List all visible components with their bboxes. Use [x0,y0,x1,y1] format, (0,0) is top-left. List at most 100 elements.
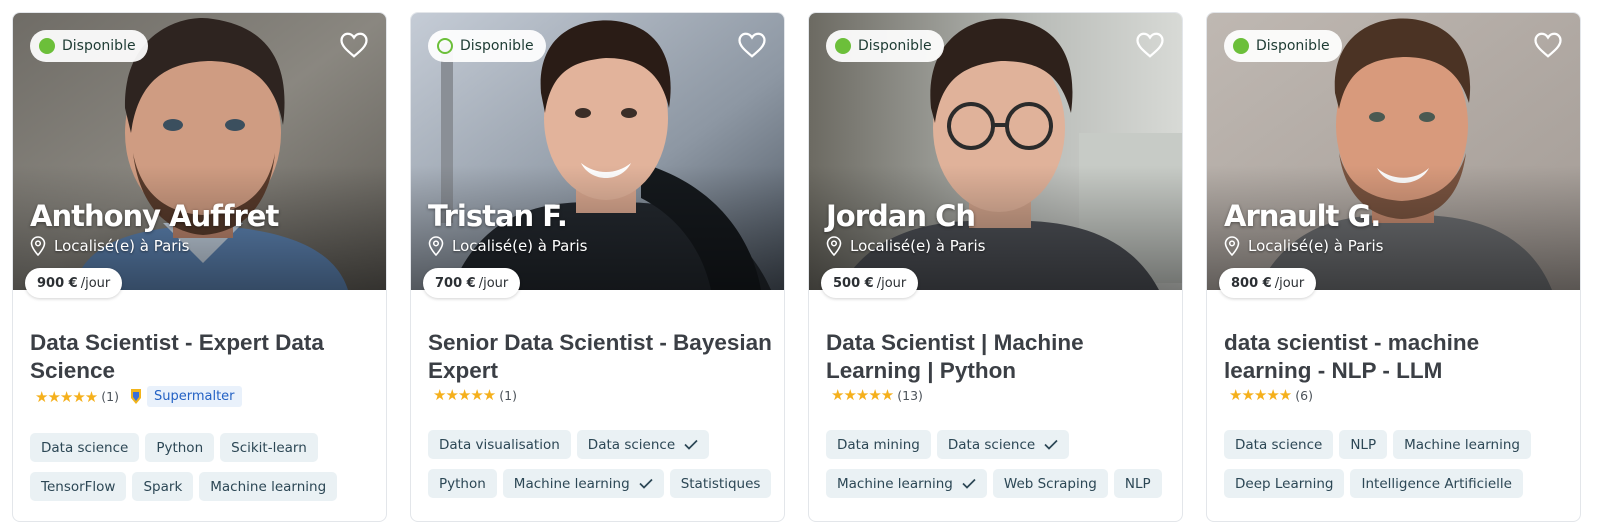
rating-stars: ★★★★★ [831,386,894,404]
skill-tag[interactable]: Data science [1224,430,1334,459]
skills-row: Data mining Data science [826,430,1171,459]
price-unit: /jour [478,275,509,291]
skill-tag[interactable]: Data mining [826,430,931,459]
skills-list: Data visualisation Data science Python M… [428,430,773,508]
skill-tag[interactable]: Machine learning [1393,430,1531,459]
skill-tag[interactable]: Deep Learning [1224,469,1345,498]
supermalter-badge-icon [130,389,141,404]
location-label: Localisé(e) à Paris [54,237,190,255]
skill-tag[interactable]: Spark [132,472,194,501]
skill-tag[interactable]: Statistiques [669,469,772,498]
skill-tag[interactable]: NLP [1113,469,1162,498]
skill-tag-matched[interactable]: Data science [576,430,710,459]
skill-tag-matched[interactable]: Data science [936,430,1070,459]
skill-tag-matched[interactable]: Machine learning [502,469,664,498]
skills-list: Data science Python Scikit-learn TensorF… [30,433,375,511]
skill-tag[interactable]: Web Scraping [992,469,1108,498]
price-amount: 900 € [37,275,78,291]
location-pin-icon [428,236,444,256]
location-label: Localisé(e) à Paris [850,237,986,255]
skills-list: Data science NLP Machine learning Deep L… [1224,430,1569,508]
availability-badge: Disponible [428,30,546,62]
price-unit: /jour [1274,275,1305,291]
rating-stars: ★★★★★ [433,386,496,404]
price-amount: 700 € [435,275,476,291]
heart-icon[interactable] [339,31,369,59]
skill-tag[interactable]: TensorFlow [30,472,127,501]
freelancer-name[interactable]: Jordan Ch [826,199,976,233]
skills-row: Machine learning Web Scraping NLP [826,469,1171,498]
rating: ★★★★★ (1) Supermalter [35,386,242,407]
skill-tag-label: NLP [1124,475,1151,492]
availability-badge: Disponible [1224,30,1342,62]
skill-tag[interactable]: Machine learning [199,472,338,501]
skill-tag-label: Statistiques [680,475,761,492]
freelancer-card-arnault-g[interactable]: Disponible Arnault G. Localisé(e) à Pari… [1206,12,1581,522]
skill-tag[interactable]: Data science [30,433,140,462]
skill-tag-matched[interactable]: Machine learning [826,469,987,498]
rating: ★★★★★ (1) [433,386,517,404]
price-unit: /jour [876,275,907,291]
availability-label: Disponible [858,38,932,54]
price-amount: 500 € [833,275,874,291]
heart-icon[interactable] [737,31,767,59]
freelancer-name[interactable]: Tristan F. [428,199,568,233]
freelancer-results-grid: Disponible Anthony Auffret Localisé(e) à… [0,0,1600,529]
price-amount: 800 € [1231,275,1272,291]
rating-count: (13) [897,387,923,403]
skill-tag[interactable]: Python [145,433,215,462]
freelancer-name[interactable]: Anthony Auffret [30,199,279,233]
location-pin-icon [30,236,46,256]
freelancer-card-anthony-auffret[interactable]: Disponible Anthony Auffret Localisé(e) à… [12,12,387,522]
available-dot-icon [1233,38,1249,54]
available-dot-icon [39,38,55,54]
skill-tag[interactable]: Intelligence Artificielle [1350,469,1523,498]
skill-tag[interactable]: Scikit-learn [220,433,318,462]
profile-title[interactable]: Data Scientist | Machine Learning | Pyth… [826,329,1171,385]
location-label: Localisé(e) à Paris [452,237,588,255]
price-unit: /jour [80,275,111,291]
checkmark-icon [962,478,976,489]
location-pin-icon [1224,236,1240,256]
skill-tag[interactable]: Python [428,469,497,498]
rating: ★★★★★ (6) [1229,386,1313,404]
availability-label: Disponible [1256,38,1330,54]
daily-rate-badge: 900 € /jour [25,268,123,298]
profile-title[interactable]: data scientist - machine learning - NLP … [1224,329,1569,385]
skills-list: Data mining Data science Machine learnin… [826,430,1171,508]
profile-title[interactable]: Senior Data Scientist - Bayesian Expert [428,329,773,385]
location: Localisé(e) à Paris [826,236,985,256]
location-label: Localisé(e) à Paris [1248,237,1384,255]
freelancer-card-tristan-f[interactable]: Disponible Tristan F. Localisé(e) à Pari… [410,12,785,522]
freelancer-card-jordan-ch[interactable]: Disponible Jordan Ch Localisé(e) à Paris… [808,12,1183,522]
rating-count: (1) [101,389,119,404]
rating-stars: ★★★★★ [1229,386,1292,404]
location-pin-icon [826,236,842,256]
rating-count: (6) [1295,387,1313,403]
supermalter-label: Supermalter [146,386,242,407]
availability-badge: Disponible [826,30,944,62]
availability-label: Disponible [62,38,136,54]
availability-label: Disponible [460,38,534,54]
skills-row: Data science NLP Machine learning [1224,430,1569,459]
location: Localisé(e) à Paris [30,236,189,256]
rating-count: (1) [499,387,517,403]
skills-row: TensorFlow Spark Machine learning [30,472,375,501]
skill-tag[interactable]: Data visualisation [428,430,571,459]
skill-tag-label: Machine learning [837,475,953,492]
location: Localisé(e) à Paris [428,236,587,256]
skill-tag-label: Data science [587,436,676,453]
skill-tag[interactable]: NLP [1339,430,1388,459]
heart-icon[interactable] [1533,31,1563,59]
freelancer-name[interactable]: Arnault G. [1224,199,1381,233]
checkmark-icon [684,439,698,450]
skill-tag-label: Python [439,475,486,492]
skill-tag-label: Data visualisation [439,436,560,453]
daily-rate-badge: 500 € /jour [821,268,919,298]
skills-row: Data science Python Scikit-learn [30,433,375,462]
heart-icon[interactable] [1135,31,1165,59]
rating-stars: ★★★★★ [35,387,98,406]
daily-rate-badge: 700 € /jour [423,268,521,298]
profile-title[interactable]: Data Scientist - Expert Data Science [30,329,375,385]
availability-badge: Disponible [30,30,148,62]
